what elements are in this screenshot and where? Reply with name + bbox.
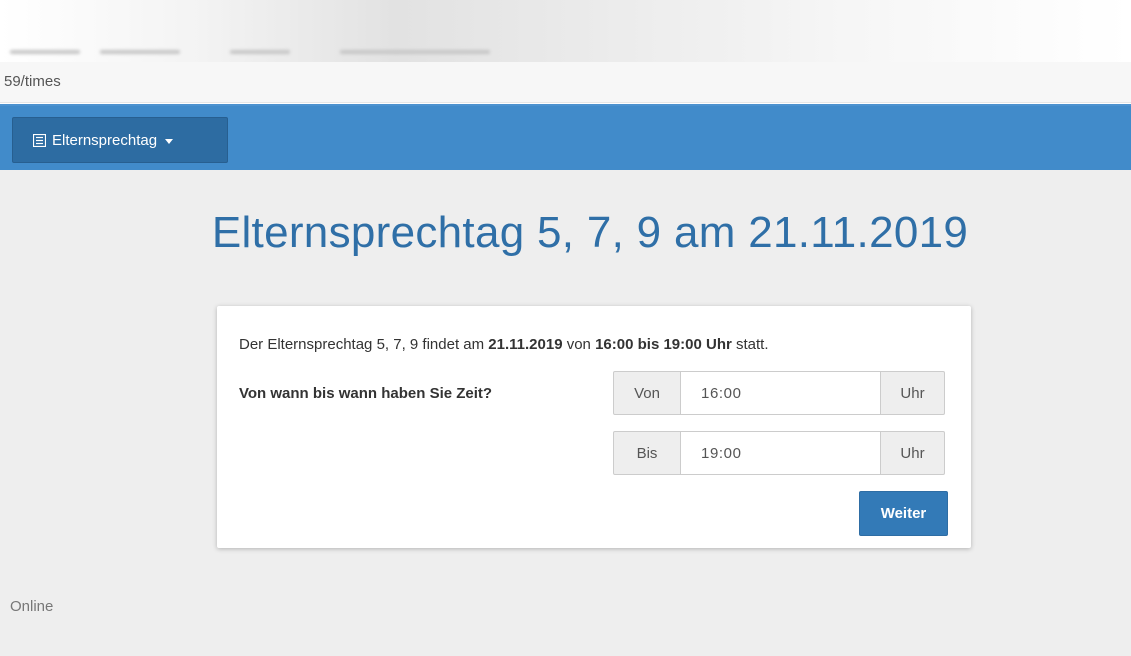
- desc-time-range: 16:00 bis 19:00 Uhr: [595, 336, 732, 353]
- from-label: Von: [613, 371, 681, 415]
- desc-prefix: Der Elternsprechtag 5, 7, 9 findet am: [239, 336, 489, 353]
- list-icon: [33, 133, 46, 147]
- window-title-blurred: [520, 22, 569, 34]
- page-title: Elternsprechtag 5, 7, 9 am 21.11.2019: [211, 208, 969, 257]
- app-window: 59/times Elternsprechtag Elternsprechtag…: [0, 0, 1131, 656]
- availability-question: Von wann bis wann haben Sie Zeit?: [239, 385, 493, 402]
- blurred-tab[interactable]: [100, 50, 180, 54]
- desc-date: 21.11.2019: [488, 336, 563, 353]
- to-unit: Uhr: [881, 431, 945, 475]
- window-title-bar: [0, 0, 1131, 62]
- from-time-group: Von Uhr: [613, 371, 945, 415]
- blurred-tab[interactable]: [230, 50, 290, 54]
- from-time-input[interactable]: [681, 371, 881, 415]
- url-text[interactable]: 59/times: [4, 73, 61, 90]
- from-unit: Uhr: [881, 371, 945, 415]
- to-time-group: Bis Uhr: [613, 431, 945, 475]
- menu-label: Elternsprechtag: [52, 131, 158, 149]
- navbar: Elternsprechtag: [0, 104, 1131, 172]
- to-label: Bis: [613, 431, 681, 475]
- footer-status: Online: [10, 598, 54, 615]
- blurred-tab[interactable]: [10, 50, 80, 54]
- weiter-button[interactable]: Weiter: [859, 491, 948, 536]
- to-time-input[interactable]: [681, 431, 881, 475]
- elternsprechtag-menu-button[interactable]: Elternsprechtag: [12, 117, 228, 163]
- caret-down-icon: [165, 138, 174, 144]
- address-bar[interactable]: 59/times: [0, 62, 1131, 103]
- main-content: Elternsprechtag 5, 7, 9 am 21.11.2019 De…: [0, 170, 1131, 656]
- time-selection-card: Der Elternsprechtag 5, 7, 9 findet am 21…: [217, 306, 971, 548]
- blurred-tab[interactable]: [340, 50, 490, 54]
- event-description: Der Elternsprechtag 5, 7, 9 findet am 21…: [239, 336, 769, 353]
- desc-middle: von: [562, 336, 596, 353]
- desc-suffix: statt.: [731, 336, 769, 353]
